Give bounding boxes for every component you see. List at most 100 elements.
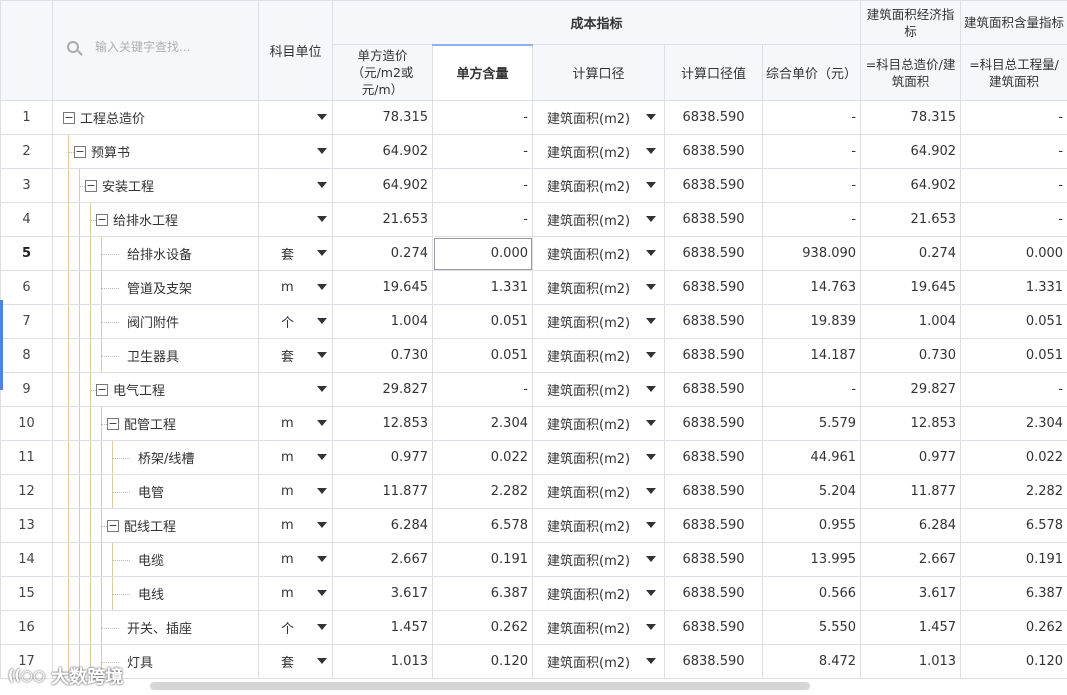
chevron-down-icon[interactable] [646,216,656,222]
calc-basis-select[interactable]: 建筑面积(m2) [532,406,665,441]
calc-basis-number-cell[interactable]: 6838.590 [664,338,763,373]
calc-basis-number-cell[interactable]: 6838.590 [664,100,763,135]
name-cell[interactable]: 电线 [52,576,259,611]
unit-cost-cell[interactable]: 0.274 [332,236,433,271]
chevron-down-icon[interactable] [317,454,327,460]
calc-basis-number-cell[interactable]: 6838.590 [664,236,763,271]
calc-basis-select[interactable]: 建筑面积(m2) [532,270,665,305]
table-row[interactable]: 14 电缆 m 2.667 0.191 建筑面积(m2) 6838.590 13… [0,542,1067,577]
calc-basis-number-cell[interactable]: 6838.590 [664,644,763,679]
name-cell[interactable]: 卫生器具 [52,338,259,373]
table-row[interactable]: 17 灯具 套 1.013 0.120 建筑面积(m2) 6838.590 8.… [0,644,1067,679]
chevron-down-icon[interactable] [317,590,327,596]
calc-basis-select[interactable]: 建筑面积(m2) [532,236,665,271]
unit-select[interactable] [258,372,333,407]
table-row[interactable]: 16 开关、插座 个 1.457 0.262 建筑面积(m2) 6838.590… [0,610,1067,645]
chevron-down-icon[interactable] [646,386,656,392]
chevron-down-icon[interactable] [646,488,656,494]
unit-qty-cell[interactable]: 6.578 [432,508,533,543]
unit-qty-cell[interactable]: 2.282 [432,474,533,509]
calc-basis-select[interactable]: 建筑面积(m2) [532,542,665,577]
unit-cost-cell[interactable]: 64.902 [332,168,433,203]
table-row[interactable]: 7 阀门附件 个 1.004 0.051 建筑面积(m2) 6838.590 1… [0,304,1067,339]
name-cell[interactable]: 电管 [52,474,259,509]
table-row[interactable]: 10 − 配管工程 m 12.853 2.304 建筑面积(m2) 6838.59… [0,406,1067,441]
calc-basis-select[interactable]: 建筑面积(m2) [532,202,665,237]
unit-select[interactable]: 套 [258,644,333,679]
name-cell[interactable]: − 给排水工程 [52,202,259,237]
unit-cost-cell[interactable]: 1.457 [332,610,433,645]
unit-cost-cell[interactable]: 1.004 [332,304,433,339]
composite-price-cell[interactable]: 14.187 [761,338,862,373]
calc-basis-select[interactable]: 建筑面积(m2) [532,508,665,543]
composite-price-cell[interactable]: - [761,372,862,407]
table-row[interactable]: 6 管道及支架 m 19.645 1.331 建筑面积(m2) 6838.590… [0,270,1067,305]
name-cell[interactable]: − 配线工程 [52,508,259,543]
unit-cost-cell[interactable]: 6.284 [332,508,433,543]
composite-price-cell[interactable]: 5.579 [761,406,862,441]
unit-qty-cell[interactable]: 0.051 [432,338,533,373]
chevron-down-icon[interactable] [646,182,656,188]
unit-select[interactable]: 套 [258,236,333,271]
calc-basis-select[interactable]: 建筑面积(m2) [532,100,665,135]
unit-select[interactable]: 个 [258,304,333,339]
collapse-icon[interactable]: − [96,383,108,396]
chevron-down-icon[interactable] [646,556,656,562]
chevron-down-icon[interactable] [317,488,327,494]
unit-select[interactable]: m [258,508,333,543]
name-cell[interactable]: − 安装工程 [52,168,259,203]
unit-qty-cell[interactable]: - [432,372,533,407]
name-cell[interactable]: 管道及支架 [52,270,259,305]
composite-price-cell[interactable]: 0.955 [761,508,862,543]
chevron-down-icon[interactable] [317,216,327,222]
horizontal-scrollbar[interactable] [150,682,810,690]
table-row[interactable]: 11 桥架/线槽 m 0.977 0.022 建筑面积(m2) 6838.590… [0,440,1067,475]
collapse-icon[interactable]: − [107,519,119,532]
chevron-down-icon[interactable] [646,420,656,426]
table-row[interactable]: 13 − 配线工程 m 6.284 6.578 建筑面积(m2) 6838.590… [0,508,1067,543]
unit-qty-cell[interactable]: 1.331 [432,270,533,305]
composite-price-cell[interactable]: 0.566 [761,576,862,611]
unit-cost-cell[interactable]: 12.853 [332,406,433,441]
calc-basis-number-cell[interactable]: 6838.590 [664,474,763,509]
unit-select[interactable] [258,168,333,203]
unit-cost-cell[interactable]: 21.653 [332,202,433,237]
calc-basis-select[interactable]: 建筑面积(m2) [532,644,665,679]
name-cell[interactable]: 开关、插座 [52,610,259,645]
unit-select[interactable]: m [258,576,333,611]
calc-basis-select[interactable]: 建筑面积(m2) [532,338,665,373]
unit-cost-cell[interactable]: 1.013 [332,644,433,679]
composite-price-cell[interactable]: 14.763 [761,270,862,305]
composite-price-cell[interactable]: 5.204 [761,474,862,509]
chevron-down-icon[interactable] [317,556,327,562]
unit-qty-cell[interactable]: 0.051 [432,304,533,339]
chevron-down-icon[interactable] [317,114,327,120]
calc-basis-number-cell[interactable]: 6838.590 [664,168,763,203]
composite-price-cell[interactable]: - [761,168,862,203]
table-row[interactable]: 5 给排水设备 套 0.274 0.000 建筑面积(m2) 6838.590 … [0,236,1067,271]
name-cell[interactable]: 电缆 [52,542,259,577]
table-row[interactable]: 12 电管 m 11.877 2.282 建筑面积(m2) 6838.590 5… [0,474,1067,509]
calc-basis-header[interactable]: 计算口径 [532,44,665,101]
table-row[interactable]: 1 − 工程总造价 78.315 - 建筑面积(m2) 6838.590 - 78… [0,100,1067,135]
name-cell[interactable]: 阀门附件 [52,304,259,339]
unit-qty-cell[interactable]: - [432,202,533,237]
chevron-down-icon[interactable] [646,590,656,596]
unit-qty-header[interactable]: 单方含量 [432,43,533,101]
calc-basis-select[interactable]: 建筑面积(m2) [532,440,665,475]
name-cell[interactable]: − 配管工程 [52,406,259,441]
search-box[interactable]: 输入关键字查找... [67,38,190,55]
chevron-down-icon[interactable] [317,250,327,256]
unit-qty-cell[interactable]: 0.120 [432,644,533,679]
table-row[interactable]: 2 − 预算书 64.902 - 建筑面积(m2) 6838.590 - 64.9… [0,134,1067,169]
chevron-down-icon[interactable] [646,522,656,528]
unit-qty-cell[interactable]: - [432,100,533,135]
collapse-icon[interactable]: − [85,179,97,192]
unit-select[interactable] [258,134,333,169]
composite-price-cell[interactable]: 8.472 [761,644,862,679]
collapse-icon[interactable]: − [63,111,75,124]
chevron-down-icon[interactable] [646,114,656,120]
name-cell[interactable]: 桥架/线槽 [52,440,259,475]
unit-select[interactable] [258,100,333,135]
unit-select[interactable]: m [258,474,333,509]
